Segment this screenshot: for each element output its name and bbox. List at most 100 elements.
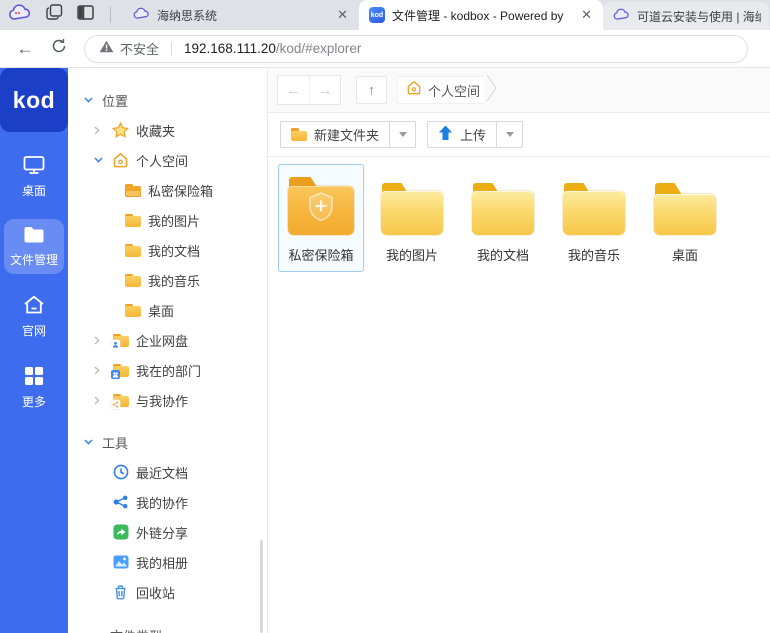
- folder-icon: [124, 242, 141, 259]
- tree-item-my-department[interactable]: 我在的部门: [68, 355, 267, 385]
- tree-item-label: 我的图片: [148, 211, 200, 230]
- file-item-my-pictures[interactable]: 我的图片: [369, 164, 455, 272]
- tree-item-my-documents[interactable]: 我的文档: [68, 235, 267, 265]
- breadcrumb-root[interactable]: 个人空间: [397, 76, 484, 104]
- folder-icon: [124, 302, 141, 319]
- rail-item-label: 文件管理: [10, 251, 58, 268]
- chevron-down-icon[interactable]: [84, 439, 102, 445]
- tree-item-safe-box[interactable]: 私密保险箱: [68, 175, 267, 205]
- file-item-my-music[interactable]: 我的音乐: [551, 164, 637, 272]
- breadcrumb-label: 个人空间: [428, 81, 480, 100]
- folder-icon: [381, 183, 443, 235]
- chevron-right-icon[interactable]: [94, 336, 112, 345]
- tree-item-file-type-clipped[interactable]: 文件类型: [110, 626, 162, 633]
- file-item-desktop[interactable]: 桌面: [642, 164, 728, 272]
- file-name: 私密保险箱: [288, 245, 353, 264]
- browser-toolbar: ← 不安全 192.168.111.20/kod/#explorer: [0, 30, 770, 68]
- strip-separator: [110, 7, 111, 23]
- tree-item-recycle-bin[interactable]: 回收站: [68, 577, 267, 607]
- tree-item-recent-docs[interactable]: 最近文档: [68, 457, 267, 487]
- tab-strip: 海纳思系统 ✕ kod 文件管理 - kodbox - Powered by ✕…: [0, 0, 770, 30]
- tree-item-my-music[interactable]: 我的音乐: [68, 265, 267, 295]
- tree-item-my-collaboration[interactable]: 我的协作: [68, 487, 267, 517]
- tree-item-my-albums[interactable]: 我的相册: [68, 547, 267, 577]
- hinas-cloud-logo-icon[interactable]: [8, 4, 32, 26]
- tree-section-tools[interactable]: 工具: [68, 427, 267, 457]
- rail-item-label: 桌面: [22, 182, 46, 199]
- tree-item-shared-with-me[interactable]: 与我协作: [68, 385, 267, 415]
- url-separator: [171, 42, 172, 56]
- new-folder-button[interactable]: 新建文件夹: [280, 121, 390, 148]
- chevron-down-icon[interactable]: [94, 157, 112, 163]
- file-name: 我的文档: [477, 245, 529, 264]
- tree-section-location[interactable]: 位置: [68, 85, 267, 115]
- tree-item-personal-space[interactable]: 个人空间: [68, 145, 267, 175]
- rail-item-label: 官网: [22, 322, 46, 339]
- tab-kodbox-file-manager[interactable]: kod 文件管理 - kodbox - Powered by ✕: [359, 0, 603, 30]
- nav-back-button[interactable]: ←: [278, 76, 309, 104]
- new-folder-dropdown[interactable]: [390, 121, 416, 148]
- chevron-down-icon[interactable]: [84, 97, 102, 103]
- browser-window: 海纳思系统 ✕ kod 文件管理 - kodbox - Powered by ✕…: [0, 0, 770, 633]
- file-browser-main: ← → ↑ 个人空间 新建文件夹: [268, 68, 770, 633]
- tree-item-my-pictures[interactable]: 我的图片: [68, 205, 267, 235]
- upload-dropdown[interactable]: [497, 121, 523, 148]
- url-path[interactable]: /kod/#explorer: [276, 41, 362, 56]
- tab-title: 可道云安装与使用 | 海纳思: [637, 8, 761, 25]
- chevron-right-icon[interactable]: [94, 126, 112, 135]
- rail-item-more[interactable]: 更多: [4, 359, 64, 416]
- url-host[interactable]: 192.168.111.20: [184, 41, 276, 56]
- caret-down-icon: [506, 132, 514, 137]
- file-name: 我的音乐: [568, 245, 620, 264]
- clock-icon: [112, 464, 129, 481]
- back-icon[interactable]: ←: [8, 39, 42, 59]
- tab-kodcloud-docs[interactable]: 可道云安装与使用 | 海纳思: [603, 2, 769, 30]
- chevron-right-icon[interactable]: [94, 366, 112, 375]
- folder-icon: [124, 212, 141, 229]
- chevron-right-icon[interactable]: [94, 396, 112, 405]
- share-nodes-icon: [112, 494, 129, 511]
- tab-groups-icon[interactable]: [46, 4, 63, 26]
- file-item-safe-box[interactable]: 私密保险箱: [278, 164, 364, 272]
- tree-scrollbar-thumb[interactable]: [260, 540, 263, 633]
- tab-close-icon[interactable]: ✕: [578, 7, 595, 23]
- tree-section-label: 工具: [102, 433, 128, 452]
- tree-item-favorites[interactable]: 收藏夹: [68, 115, 267, 145]
- upload-button[interactable]: 上传: [427, 121, 497, 148]
- file-item-my-documents[interactable]: 我的文档: [460, 164, 546, 272]
- tree-item-desktop[interactable]: 桌面: [68, 295, 267, 325]
- tree-item-label: 私密保险箱: [148, 181, 213, 200]
- photo-icon: [112, 554, 129, 571]
- kod-logo[interactable]: kod: [0, 68, 68, 132]
- tree-section-label: 位置: [102, 91, 128, 110]
- grid-icon: [24, 366, 44, 389]
- tab-title: 海纳思系统: [157, 7, 334, 24]
- tab-title: 文件管理 - kodbox - Powered by: [392, 7, 578, 24]
- rail-item-desktop[interactable]: 桌面: [4, 148, 64, 205]
- file-grid: 私密保险箱 我的图片 我的文档 我的音乐 桌面: [268, 157, 770, 272]
- rail-item-official-site[interactable]: 官网: [4, 288, 64, 345]
- tree-item-label: 回收站: [136, 583, 175, 602]
- sidebar-toggle-icon[interactable]: [77, 5, 94, 25]
- nav-up-button[interactable]: ↑: [356, 76, 387, 104]
- rail-item-file-manager[interactable]: 文件管理: [4, 219, 64, 274]
- security-status-label[interactable]: 不安全: [120, 39, 159, 58]
- address-bar[interactable]: 不安全 192.168.111.20/kod/#explorer: [84, 35, 748, 63]
- new-folder-icon: [291, 128, 307, 141]
- department-folder-icon: [112, 362, 129, 379]
- tab-close-icon[interactable]: ✕: [334, 7, 351, 23]
- tree-item-label: 我在的部门: [136, 361, 201, 380]
- tab-hinas-system[interactable]: 海纳思系统 ✕: [123, 0, 359, 30]
- refresh-icon[interactable]: [42, 38, 76, 59]
- not-secure-warning-icon[interactable]: [99, 40, 114, 58]
- monitor-icon: [23, 155, 45, 178]
- vault-folder-icon: [124, 182, 141, 199]
- company-folder-icon: [112, 332, 129, 349]
- upload-split-button: 上传: [427, 121, 523, 148]
- new-folder-split-button: 新建文件夹: [280, 121, 416, 148]
- home-icon: [406, 80, 422, 100]
- tree-item-company-drive[interactable]: 企业网盘: [68, 325, 267, 355]
- tree-item-external-share[interactable]: 外链分享: [68, 517, 267, 547]
- external-share-icon: [112, 524, 129, 541]
- nav-forward-button[interactable]: →: [309, 76, 340, 104]
